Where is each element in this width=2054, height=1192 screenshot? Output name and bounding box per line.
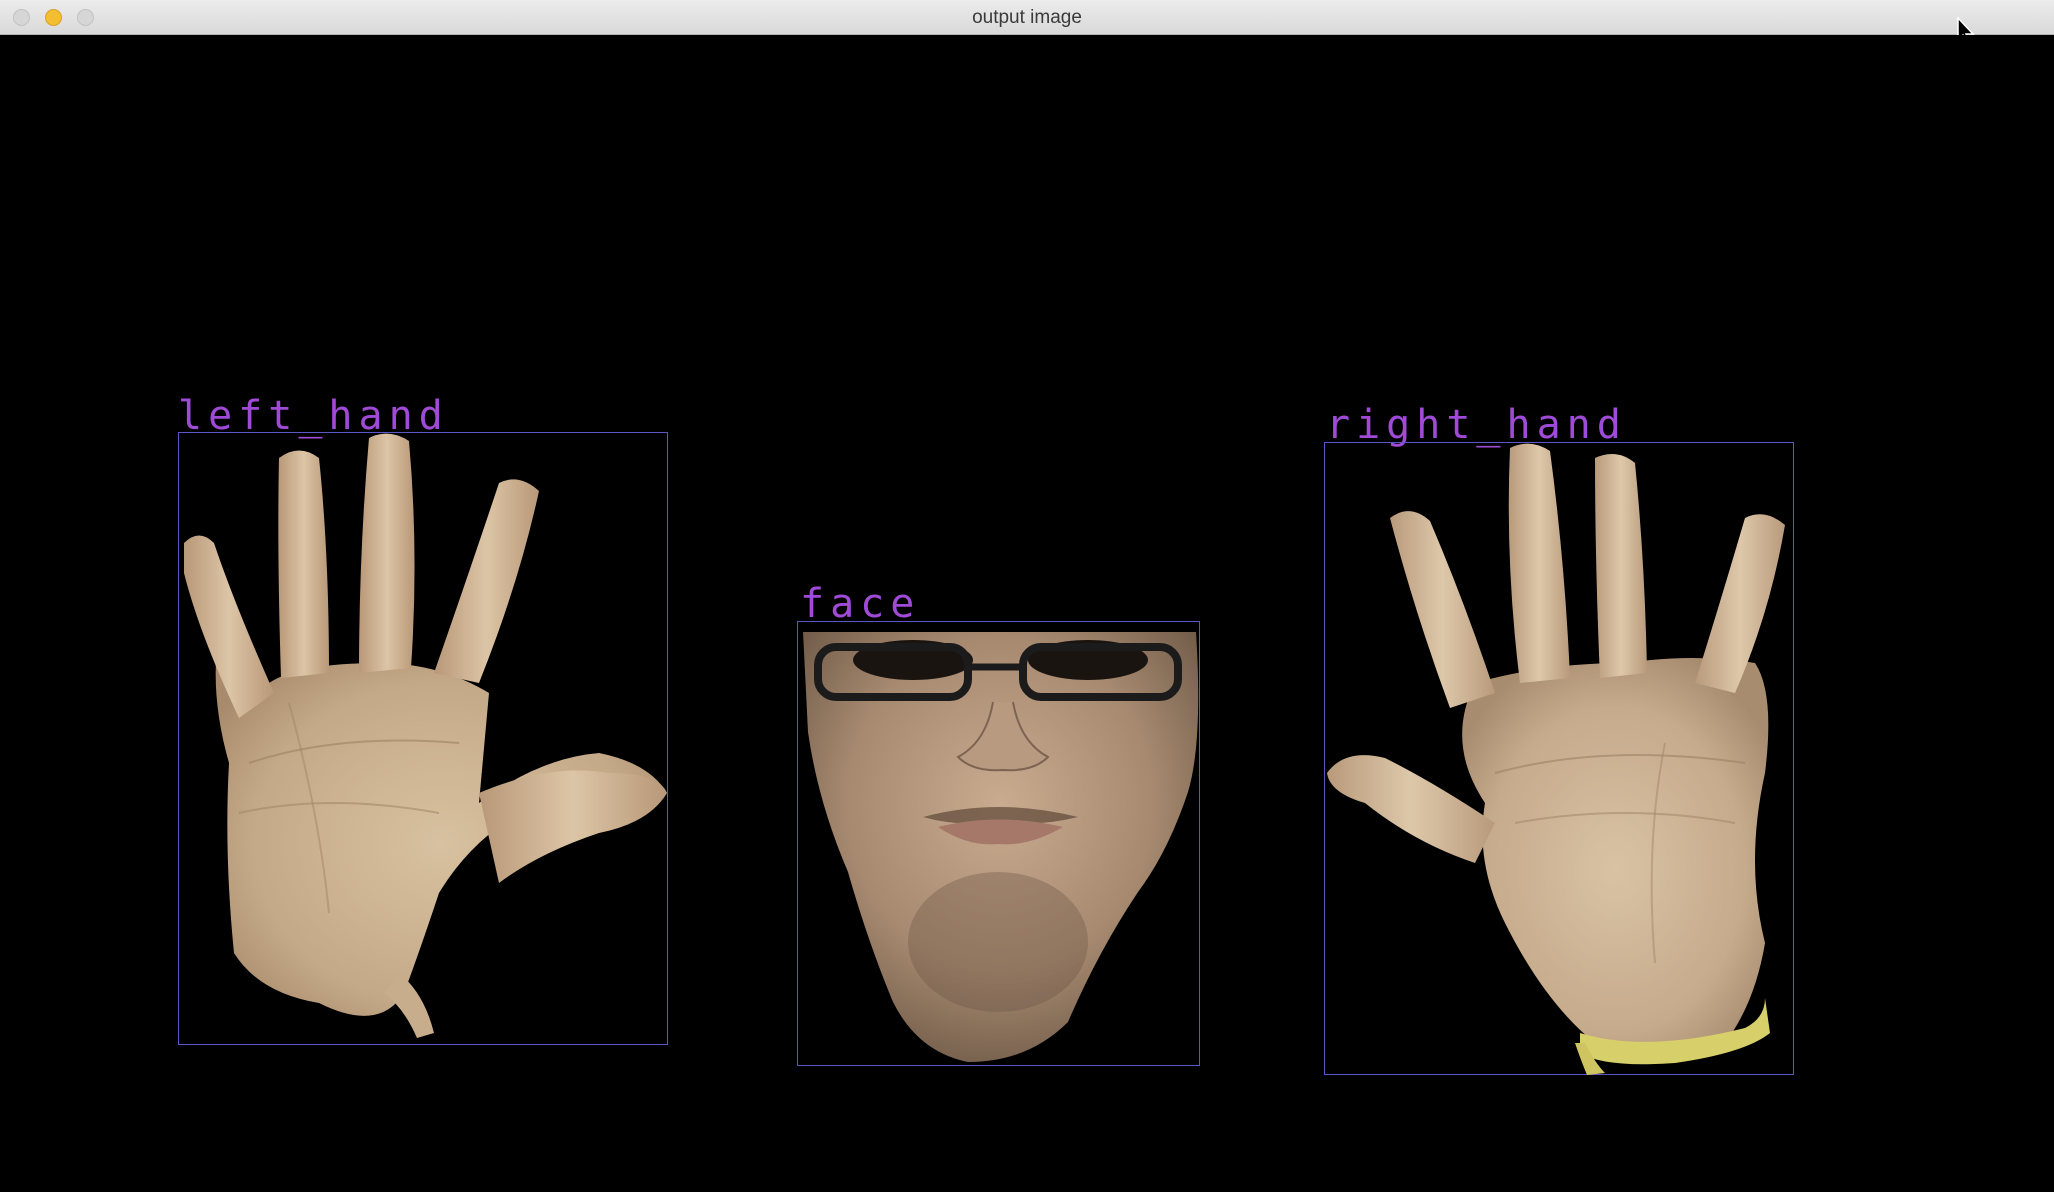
output-image-window: output image left_hand face right_hand [0, 0, 2054, 1192]
face-box [797, 621, 1200, 1066]
face-image [803, 632, 1199, 1062]
right-hand-box [1324, 442, 1794, 1075]
right-hand-image [1327, 443, 1785, 1075]
left-hand-image [184, 433, 667, 1038]
left-hand-box [178, 432, 668, 1045]
window-title: output image [972, 7, 1082, 28]
image-canvas: left_hand face right_hand [0, 35, 2054, 1192]
title-bar[interactable]: output image [0, 0, 2054, 45]
